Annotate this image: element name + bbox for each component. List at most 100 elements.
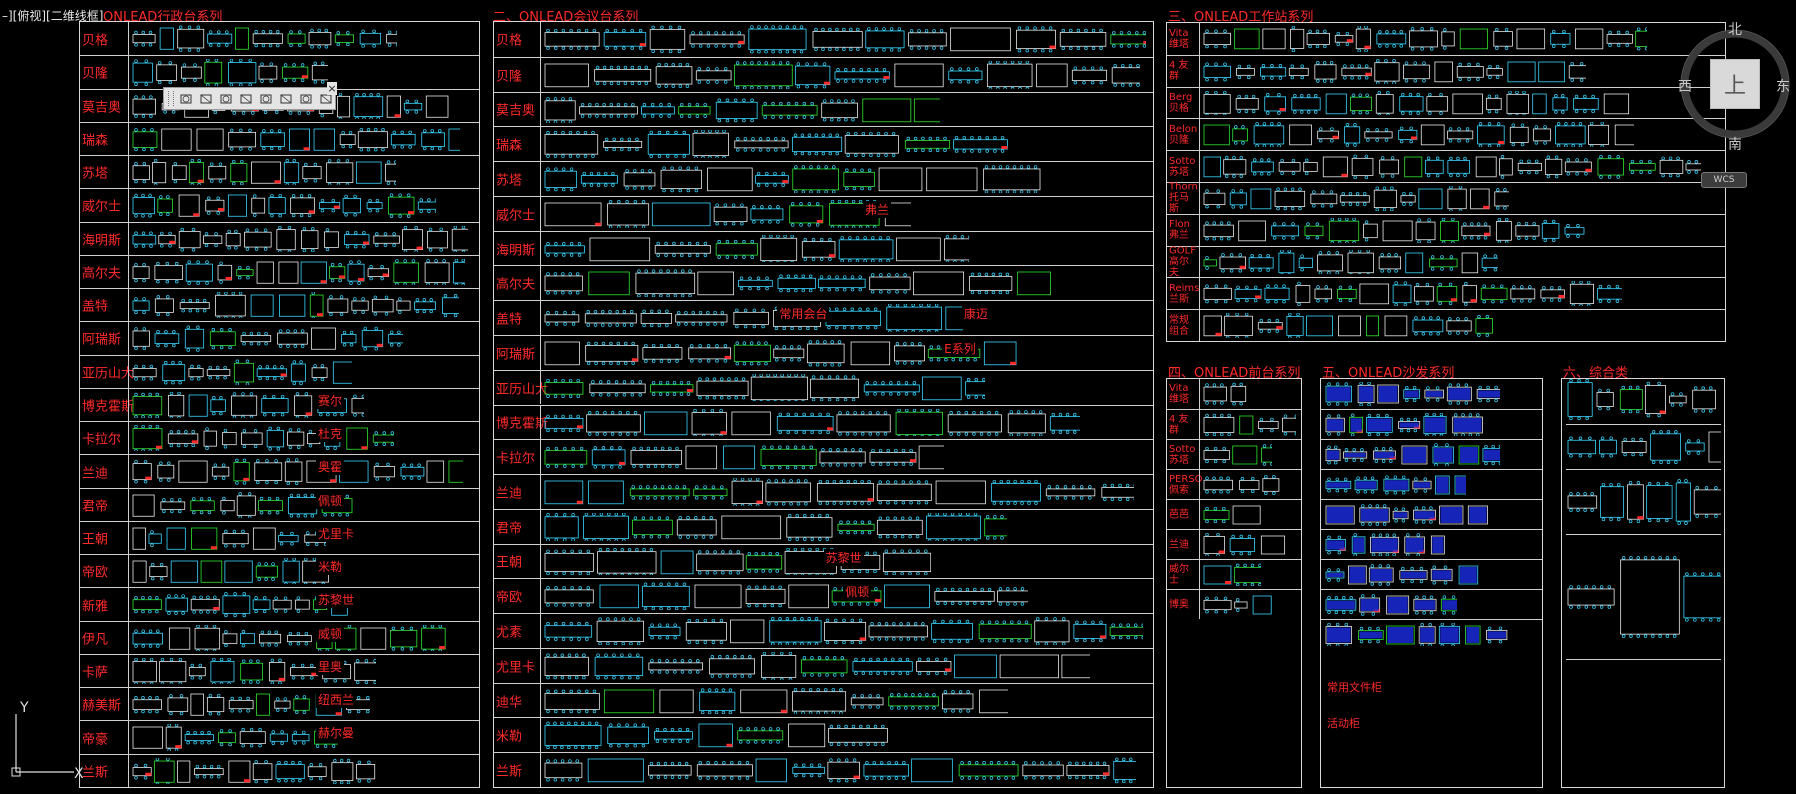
furniture-blocks[interactable] <box>543 582 1028 611</box>
furniture-blocks[interactable] <box>1202 593 1278 616</box>
viewcube[interactable]: 北 南 东 西 上 <box>1678 14 1790 164</box>
furniture-blocks[interactable] <box>131 425 394 452</box>
sofa-row[interactable] <box>1321 529 1542 559</box>
series-row[interactable]: 芭芭 <box>1167 499 1301 529</box>
series-row[interactable]: 亚历山大 <box>80 354 479 388</box>
furniture-blocks[interactable] <box>131 192 437 219</box>
viewcube-east-label[interactable]: 东 <box>1776 76 1790 96</box>
furniture-blocks[interactable] <box>131 458 463 485</box>
furniture-blocks[interactable] <box>1202 503 1263 526</box>
furniture-blocks[interactable] <box>1202 281 1623 307</box>
furniture-blocks[interactable] <box>131 757 386 784</box>
series-row[interactable]: 高尔夫 <box>494 265 1153 301</box>
series-row[interactable]: 兰斯 <box>80 753 479 787</box>
series-row[interactable]: 新雅 <box>80 587 479 621</box>
furniture-blocks[interactable] <box>131 59 329 86</box>
series-row[interactable]: 博克霍斯 <box>80 387 479 422</box>
series-row[interactable]: 博克霍斯 <box>494 404 1153 440</box>
furniture-blocks[interactable] <box>131 225 469 252</box>
iso-view-icon[interactable] <box>297 90 315 108</box>
furniture-blocks[interactable] <box>131 525 326 551</box>
series-row[interactable]: 威尔士 <box>1167 559 1301 589</box>
series-row[interactable]: 尤里卡 <box>494 647 1153 683</box>
furniture-blocks[interactable] <box>543 478 1134 506</box>
furniture-blocks[interactable] <box>131 558 337 585</box>
series-row[interactable]: 君帝 <box>80 487 479 521</box>
furniture-blocks[interactable] <box>131 325 404 352</box>
furniture-blocks[interactable] <box>131 292 460 319</box>
sofa-blocks[interactable] <box>1324 503 1496 526</box>
sofa-row[interactable] <box>1321 559 1542 589</box>
furniture-blocks[interactable] <box>131 25 397 52</box>
series-row[interactable]: Sotto 苏塔 <box>1167 439 1301 469</box>
sofa-blocks[interactable] <box>1324 533 1450 556</box>
furniture-blocks[interactable] <box>131 724 338 751</box>
series-row[interactable]: 常规组合 <box>1167 309 1725 341</box>
series-row[interactable]: Belon 贝隆 <box>1167 118 1725 151</box>
view-toolbar[interactable]: × <box>163 82 337 110</box>
furniture-blocks[interactable] <box>543 756 1137 784</box>
back-view-icon[interactable] <box>237 90 255 108</box>
furniture-blocks[interactable] <box>543 651 1091 680</box>
toolbar-grip[interactable] <box>168 91 174 106</box>
series-row[interactable]: Vita 维塔 <box>1167 379 1301 409</box>
series-row[interactable]: 贝格 <box>80 22 479 56</box>
series-row[interactable]: 帝豪 <box>80 720 479 754</box>
furniture-blocks[interactable] <box>543 443 944 471</box>
series-row[interactable]: 盖特 <box>80 288 479 322</box>
misc-drawing-block[interactable] <box>1566 378 1721 425</box>
sofa-blocks[interactable] <box>1324 382 1500 406</box>
furniture-blocks[interactable] <box>543 721 898 750</box>
furniture-blocks[interactable] <box>543 130 1022 159</box>
furniture-blocks[interactable] <box>1202 90 1641 116</box>
furniture-blocks[interactable] <box>1202 563 1262 586</box>
viewcube-top-face[interactable]: 上 <box>1710 59 1760 109</box>
furniture-blocks[interactable] <box>1202 58 1586 84</box>
misc-drawing-block[interactable] <box>1566 429 1737 470</box>
furniture-blocks[interactable] <box>1202 26 1648 52</box>
furniture-blocks[interactable] <box>543 199 911 228</box>
series-row[interactable]: 卡萨 <box>80 653 479 688</box>
series-row[interactable]: 阿瑞斯 <box>80 321 479 355</box>
wcs-menu-button[interactable]: WCS <box>1701 172 1747 188</box>
series-row[interactable]: 海明斯 <box>494 230 1153 266</box>
series-row[interactable]: 苏塔 <box>494 161 1153 196</box>
left-view-icon[interactable] <box>257 90 275 108</box>
series-row[interactable]: 帝欧 <box>494 578 1153 614</box>
furniture-blocks[interactable] <box>543 687 1009 715</box>
series-row[interactable]: 海明斯 <box>80 221 479 255</box>
series-row[interactable]: 兰迪 <box>1167 529 1301 559</box>
furniture-blocks[interactable] <box>543 165 1044 193</box>
sofa-row[interactable] <box>1321 409 1542 439</box>
furniture-blocks[interactable] <box>543 373 985 402</box>
sofa-row[interactable] <box>1321 499 1542 529</box>
furniture-blocks[interactable] <box>1202 249 1499 275</box>
sofa-row[interactable] <box>1321 619 1542 649</box>
front-view-icon[interactable] <box>197 90 215 108</box>
furniture-blocks[interactable] <box>543 25 1147 54</box>
series-row[interactable]: 伊凡 <box>80 620 479 654</box>
sofa-blocks[interactable] <box>1324 623 1509 646</box>
furniture-blocks[interactable] <box>1202 313 1499 338</box>
sofa-row[interactable] <box>1321 439 1542 469</box>
series-row[interactable]: 兰迪 <box>80 454 479 488</box>
furniture-blocks[interactable] <box>543 96 940 124</box>
furniture-blocks[interactable] <box>1202 382 1258 406</box>
series-row[interactable]: 4 友群 <box>1167 54 1725 87</box>
series-row[interactable]: 米勒 <box>494 717 1153 753</box>
series-row[interactable]: 卡拉尔 <box>494 439 1153 475</box>
series-row[interactable]: 贝隆 <box>494 56 1153 92</box>
furniture-blocks[interactable] <box>131 258 466 286</box>
furniture-blocks[interactable] <box>131 159 396 186</box>
furniture-blocks[interactable] <box>543 304 963 332</box>
series-row[interactable]: 兰迪 <box>494 474 1153 509</box>
furniture-blocks[interactable] <box>131 126 461 152</box>
furniture-blocks[interactable] <box>1202 154 1701 179</box>
sofa-row[interactable] <box>1321 469 1542 499</box>
series-row[interactable]: 威尔士 <box>80 188 479 222</box>
series-row[interactable]: Vita 维塔 <box>1167 23 1725 55</box>
series-row[interactable]: 贝格 <box>494 22 1153 57</box>
viewcube-south-label[interactable]: 南 <box>1728 134 1742 154</box>
furniture-blocks[interactable] <box>131 359 353 385</box>
series-row[interactable]: 博奥 <box>1167 589 1301 619</box>
